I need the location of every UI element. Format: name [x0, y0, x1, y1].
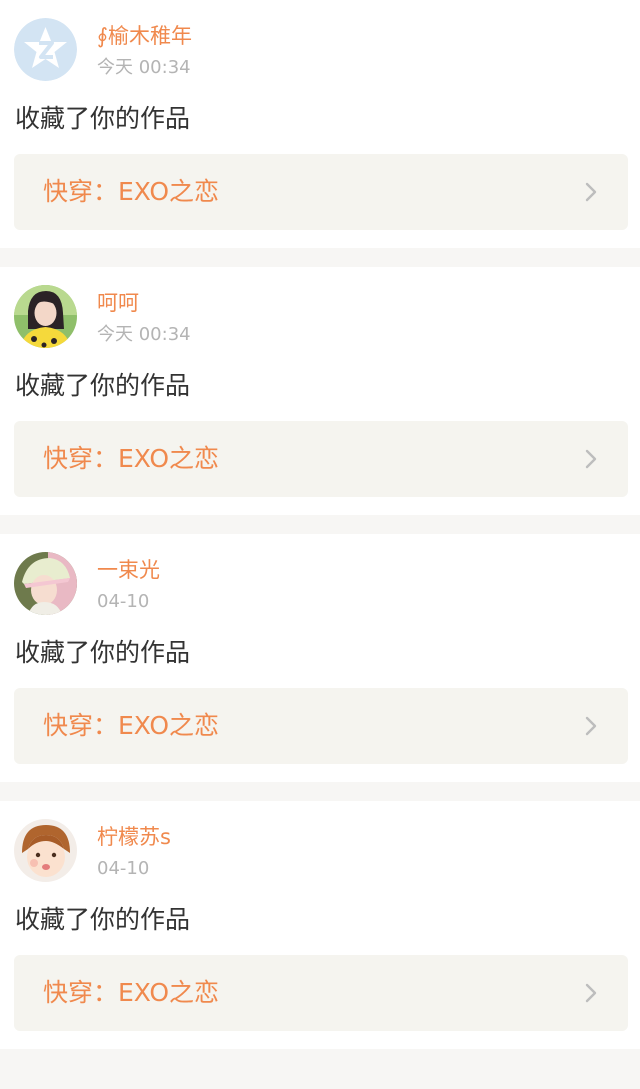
notification-card: ∮榆木稚年 今天 00:34 收藏了你的作品 快穿：EXO之恋	[0, 0, 640, 248]
work-title: 快穿：EXO之恋	[43, 177, 220, 206]
girl-hat-photo-avatar-icon	[14, 552, 77, 615]
avatar[interactable]	[14, 285, 77, 348]
chevron-right-icon	[580, 448, 602, 470]
username[interactable]: 呵呵	[97, 289, 139, 317]
chevron-right-icon	[580, 982, 602, 1004]
timestamp: 今天 00:34	[97, 57, 191, 78]
avatar[interactable]	[14, 18, 77, 81]
timestamp: 04-10	[97, 591, 150, 612]
action-text: 收藏了你的作品	[15, 638, 191, 667]
username[interactable]: 一束光	[97, 556, 160, 584]
girl-photo-avatar-icon	[14, 285, 77, 348]
work-title: 快穿：EXO之恋	[43, 978, 220, 1007]
chevron-right-icon	[580, 181, 602, 203]
notification-card: 柠檬苏s 04-10 收藏了你的作品 快穿：EXO之恋	[0, 801, 640, 1049]
notification-feed: ∮榆木稚年 今天 00:34 收藏了你的作品 快穿：EXO之恋 呵呵 今天 00…	[0, 0, 640, 1049]
timestamp: 04-10	[97, 858, 150, 879]
work-link[interactable]: 快穿：EXO之恋	[14, 154, 628, 230]
work-title: 快穿：EXO之恋	[43, 444, 220, 473]
action-text: 收藏了你的作品	[15, 104, 191, 133]
action-text: 收藏了你的作品	[15, 371, 191, 400]
work-link[interactable]: 快穿：EXO之恋	[14, 688, 628, 764]
avatar[interactable]	[14, 552, 77, 615]
action-text: 收藏了你的作品	[15, 905, 191, 934]
timestamp: 今天 00:34	[97, 324, 191, 345]
chevron-right-icon	[580, 715, 602, 737]
notification-card: 一束光 04-10 收藏了你的作品 快穿：EXO之恋	[0, 534, 640, 782]
default-star-avatar-icon	[14, 18, 77, 81]
work-link[interactable]: 快穿：EXO之恋	[14, 421, 628, 497]
child-photo-avatar-icon	[14, 819, 77, 882]
notification-card: 呵呵 今天 00:34 收藏了你的作品 快穿：EXO之恋	[0, 267, 640, 515]
username[interactable]: ∮榆木稚年	[97, 22, 192, 50]
work-title: 快穿：EXO之恋	[43, 711, 220, 740]
work-link[interactable]: 快穿：EXO之恋	[14, 955, 628, 1031]
avatar[interactable]	[14, 819, 77, 882]
username[interactable]: 柠檬苏s	[97, 823, 171, 851]
